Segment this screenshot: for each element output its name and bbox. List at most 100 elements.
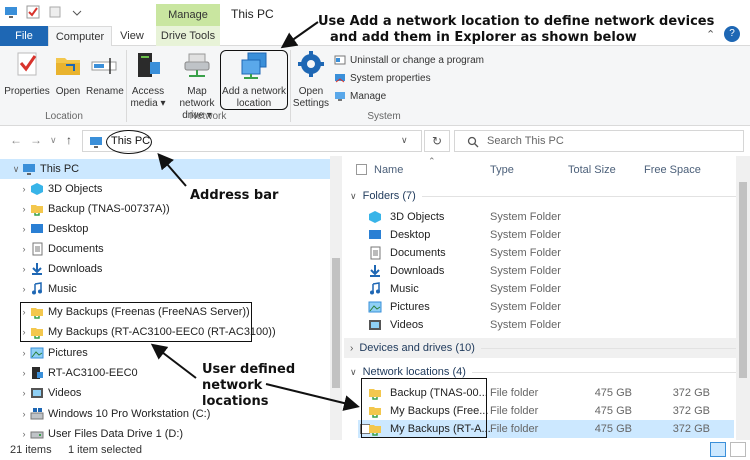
expand-chevron-icon[interactable]: ›	[18, 244, 30, 254]
large-icons-view-icon[interactable]	[730, 442, 746, 457]
expand-chevron-icon[interactable]: ›	[18, 409, 30, 419]
list-item[interactable]: 3D Objects System Folder	[368, 208, 734, 226]
expand-chevron-icon[interactable]: ›	[18, 284, 30, 294]
column-type[interactable]: Type	[490, 164, 514, 176]
column-name[interactable]: Name	[374, 164, 403, 176]
item-name: Documents	[390, 247, 446, 259]
music-icon	[370, 282, 380, 295]
column-total-size[interactable]: Total Size	[568, 164, 616, 176]
system-drive-icon	[30, 408, 44, 420]
expand-chevron-icon[interactable]: ›	[18, 184, 30, 194]
tree-item-pictures[interactable]: › Pictures	[0, 343, 330, 363]
column-free-space[interactable]: Free Space	[644, 164, 701, 176]
tree-item-drive-d[interactable]: › User Files Data Drive 1 (D:)	[0, 424, 330, 440]
annotation-user-defined-1: User defined	[202, 362, 296, 377]
group-devices-label: Devices and drives (10)	[359, 342, 475, 354]
tree-item-videos[interactable]: › Videos	[0, 383, 330, 403]
music-icon	[32, 282, 42, 295]
collapse-chevron-icon[interactable]: ∨	[10, 164, 22, 175]
help-icon[interactable]: ?	[724, 26, 740, 42]
qat-dropdown-icon[interactable]	[70, 5, 84, 19]
computer-icon[interactable]	[4, 5, 18, 19]
expand-chevron-icon[interactable]: ›	[18, 224, 30, 234]
list-item[interactable]: Desktop System Folder	[368, 226, 734, 244]
group-devices-and-drives[interactable]: › Devices and drives (10)	[350, 342, 736, 354]
tree-item-this-pc[interactable]: ∨ This PC	[0, 159, 330, 179]
ribbon-divider	[290, 50, 291, 122]
tree-label: Documents	[48, 243, 104, 255]
expand-chevron-icon[interactable]: ›	[18, 348, 30, 358]
navigation-pane: ∨ This PC › 3D Objects › Backup (TNAS-00…	[0, 156, 342, 440]
expand-chevron-icon[interactable]: ›	[18, 429, 30, 439]
nav-scrollbar-thumb[interactable]	[332, 258, 340, 388]
properties-button[interactable]: Properties	[4, 50, 50, 98]
tree-item-music[interactable]: › Music	[0, 279, 330, 299]
tree-label: Downloads	[48, 263, 103, 275]
list-item[interactable]: Music System Folder	[368, 280, 734, 298]
new-folder-icon[interactable]	[48, 5, 62, 19]
tree-item-drive-c[interactable]: › Windows 10 Pro Workstation (C:)	[0, 404, 330, 424]
programs-icon	[334, 55, 346, 65]
item-type: System Folder	[490, 283, 561, 295]
window-title: This PC	[231, 7, 274, 21]
expand-chevron-icon[interactable]: ›	[18, 368, 30, 378]
pictures-icon	[30, 347, 44, 359]
rename-icon	[91, 58, 117, 74]
hard-drive-icon	[30, 431, 44, 439]
list-item[interactable]: Downloads System Folder	[368, 262, 734, 280]
documents-icon	[32, 242, 43, 256]
access-media-button[interactable]: Access media ▾	[128, 50, 168, 110]
tree-label: Pictures	[48, 347, 88, 359]
system-properties-button[interactable]: System properties	[334, 72, 431, 84]
properties-check-icon[interactable]	[26, 5, 40, 19]
tree-item-downloads[interactable]: › Downloads	[0, 259, 330, 279]
content-scrollbar-thumb[interactable]	[739, 182, 747, 378]
group-folders[interactable]: ∨ Folders (7)	[350, 190, 736, 202]
folder-open-icon	[56, 58, 80, 75]
expand-chevron-icon[interactable]: ›	[18, 204, 30, 214]
tree-label: Music	[48, 283, 77, 295]
expand-chevron-icon[interactable]: ›	[18, 388, 30, 398]
item-total-size: 475 GB	[594, 387, 632, 399]
address-dropdown-icon[interactable]: ∨	[401, 135, 408, 146]
tab-view[interactable]: View	[114, 26, 150, 46]
forward-arrow-icon[interactable]: →	[30, 133, 42, 147]
item-type: System Folder	[490, 211, 561, 223]
tree-label: Videos	[48, 387, 82, 399]
annotation-address-bar: Address bar	[190, 188, 279, 203]
tree-item-desktop[interactable]: › Desktop	[0, 219, 330, 239]
select-all-checkbox[interactable]	[356, 164, 367, 175]
manage-button[interactable]: Manage	[334, 90, 386, 102]
manage-context-tab[interactable]: Manage	[156, 4, 220, 26]
list-item[interactable]: Pictures System Folder	[368, 298, 734, 316]
recent-locations-icon[interactable]: ∨	[50, 135, 57, 146]
network-items-highlight-box	[361, 378, 487, 438]
tree-label: Windows 10 Pro Workstation (C:)	[48, 408, 211, 420]
up-arrow-icon[interactable]: ↑	[66, 133, 72, 147]
group-network-locations[interactable]: ∨ Network locations (4)	[350, 366, 736, 378]
uninstall-program-button[interactable]: Uninstall or change a program	[334, 54, 484, 66]
sort-chevron-icon: ⌃	[428, 156, 436, 166]
list-item[interactable]: Documents System Folder	[368, 244, 734, 262]
back-arrow-icon[interactable]: ←	[10, 133, 22, 147]
tree-label: Desktop	[48, 223, 89, 235]
rename-button[interactable]: Rename	[86, 50, 124, 98]
list-item[interactable]: Videos System Folder	[368, 316, 734, 334]
ribbon-body: Properties Open Rename Location Access m…	[0, 46, 750, 126]
network-group-label: Network	[189, 111, 227, 122]
tree-item-3d-objects[interactable]: › 3D Objects	[0, 179, 330, 199]
details-view-icon[interactable]	[710, 442, 726, 457]
manage-label: Manage	[350, 90, 387, 102]
tab-file[interactable]: File	[0, 26, 48, 46]
tree-item-backup[interactable]: › Backup (TNAS-00737A))	[0, 199, 330, 219]
item-type: System Folder	[490, 265, 561, 277]
add-location-highlight-box	[220, 50, 288, 110]
open-button[interactable]: Open	[52, 50, 84, 98]
tab-computer[interactable]: Computer	[48, 26, 112, 47]
open-settings-button[interactable]: Open Settings	[292, 50, 330, 110]
refresh-icon[interactable]: ↻	[424, 130, 450, 152]
expand-chevron-icon[interactable]: ›	[18, 264, 30, 274]
tree-item-documents[interactable]: › Documents	[0, 239, 330, 259]
search-input[interactable]: Search This PC	[454, 130, 744, 152]
tab-drive-tools[interactable]: Drive Tools	[156, 26, 220, 46]
